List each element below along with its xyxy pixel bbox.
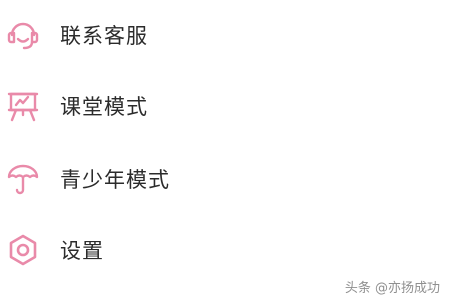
hexagon-gear-icon [6, 233, 40, 267]
headset-icon [6, 18, 40, 52]
menu-item-customer-service[interactable]: 联系客服 [0, 5, 450, 65]
menu-item-label: 联系客服 [60, 24, 148, 48]
menu-item-classroom-mode[interactable]: 课堂模式 [0, 76, 450, 136]
watermark: 头条 @亦扬成功 [344, 281, 440, 296]
menu-item-label: 课堂模式 [60, 95, 148, 119]
umbrella-icon [6, 162, 40, 196]
menu-item-settings[interactable]: 设置 [0, 220, 450, 280]
presentation-board-icon [6, 89, 40, 123]
menu-item-teen-mode[interactable]: 青少年模式 [0, 149, 450, 209]
settings-menu: 联系客服 课堂模式 青少年模式 设置 [0, 0, 450, 300]
menu-item-label: 青少年模式 [60, 168, 170, 192]
menu-item-label: 设置 [60, 239, 104, 263]
